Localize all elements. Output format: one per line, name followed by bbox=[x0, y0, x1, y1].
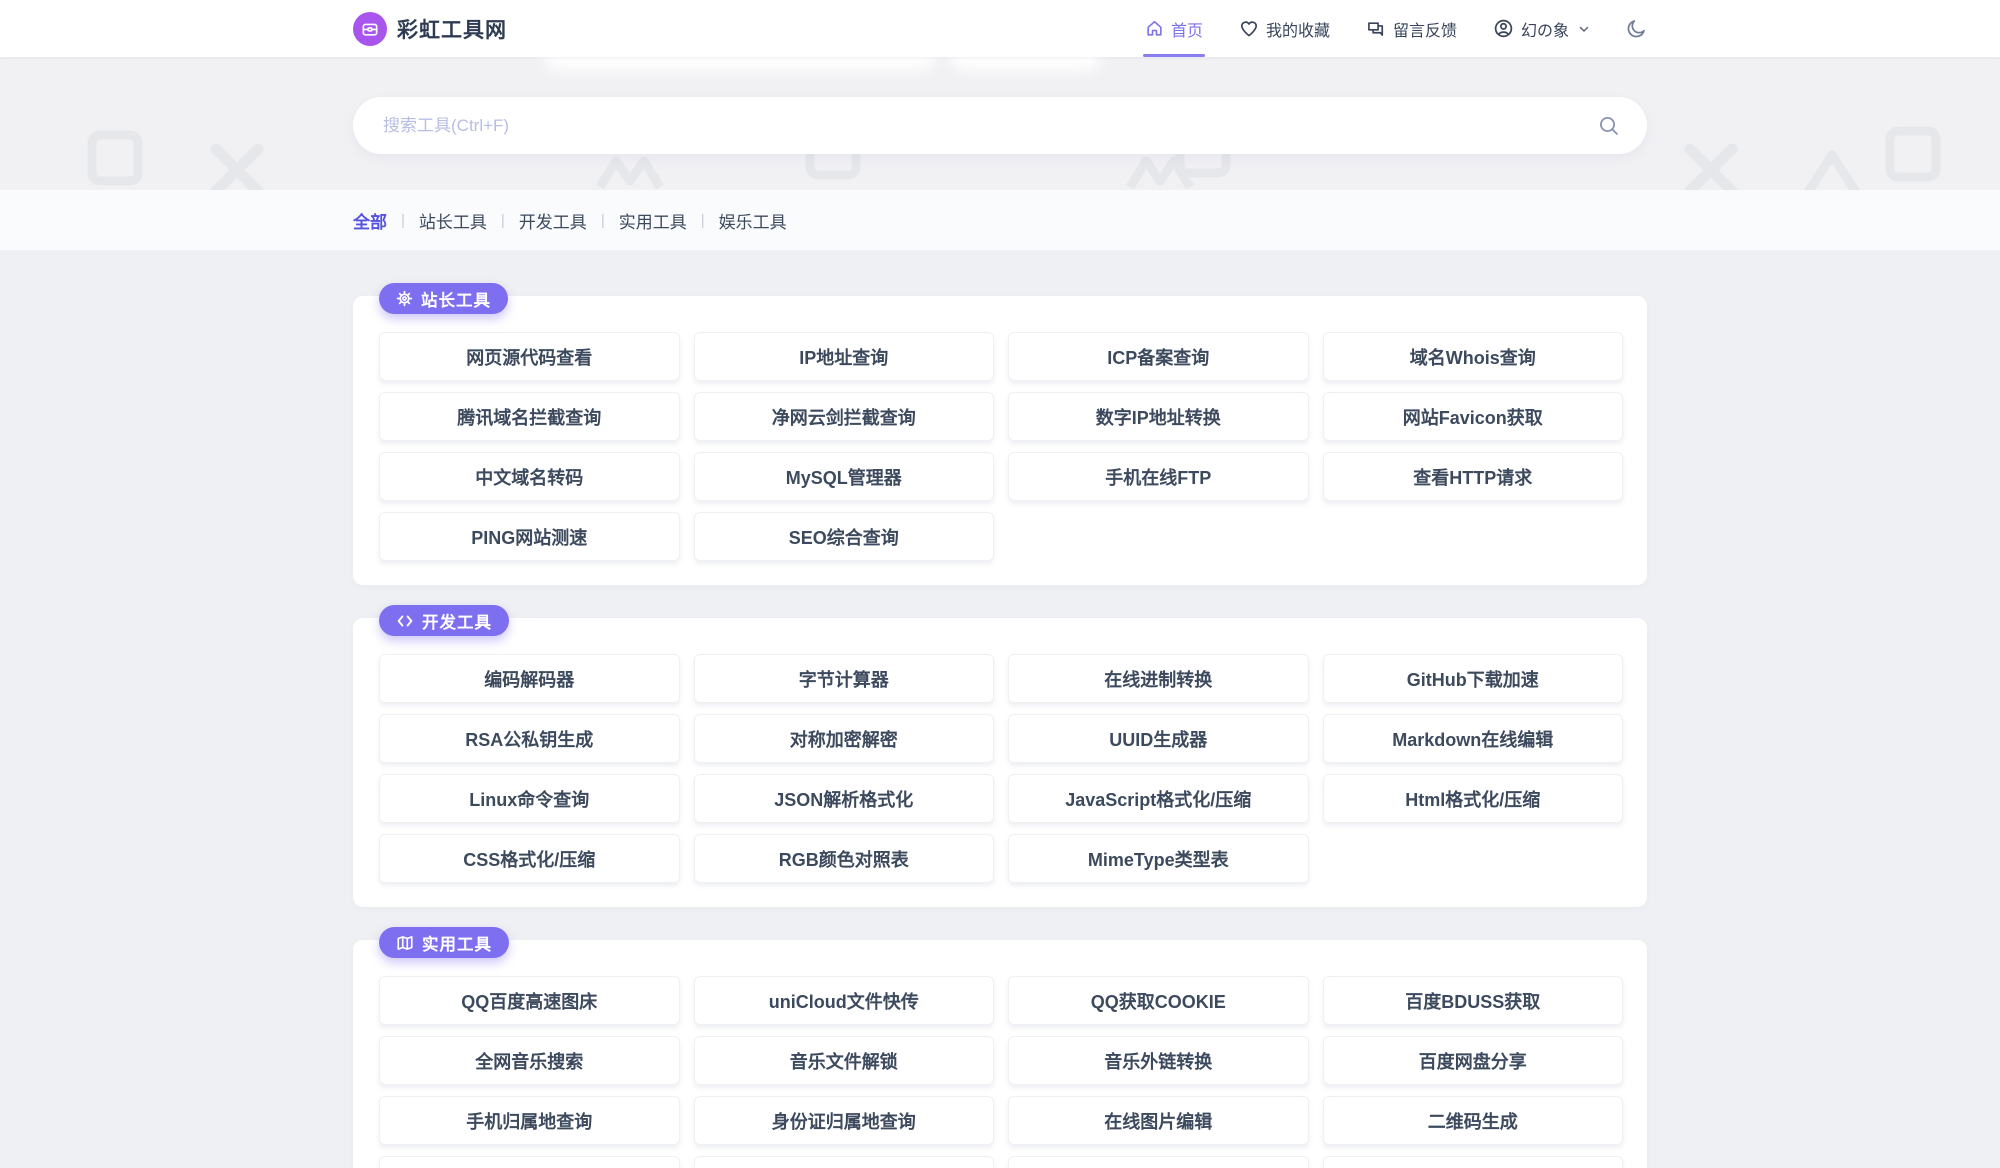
tool-button[interactable]: 在线图片编辑 bbox=[1008, 1096, 1309, 1145]
filter-3[interactable]: 实用工具 bbox=[619, 208, 687, 233]
nav-label: 首页 bbox=[1170, 22, 1203, 40]
header: 彩虹工具网 首页 我的收藏 留言反馈 幻の象 bbox=[0, 0, 2000, 57]
section-badge: 站长工具 bbox=[379, 283, 508, 314]
hero-glow bbox=[950, 57, 1100, 71]
logo[interactable]: 彩虹工具网 bbox=[353, 11, 507, 46]
filter-separator: | bbox=[700, 211, 705, 229]
tool-button[interactable]: QQ百度高速图床 bbox=[379, 976, 680, 1025]
main-nav: 首页 我的收藏 留言反馈 幻の象 bbox=[1142, 0, 1590, 57]
map-icon bbox=[396, 934, 414, 952]
tool-button-partial[interactable] bbox=[693, 1156, 994, 1168]
filter-separator: | bbox=[401, 211, 405, 229]
search-icon[interactable] bbox=[1597, 114, 1621, 138]
tool-button[interactable]: RGB颜色对照表 bbox=[693, 834, 994, 883]
section-badge: 开发工具 bbox=[379, 605, 509, 636]
filter-list: 全部 | 站长工具 | 开发工具 | 实用工具 | 娱乐工具 bbox=[353, 208, 1647, 233]
tool-button[interactable]: 百度网盘分享 bbox=[1322, 1036, 1623, 1085]
filter-0[interactable]: 全部 bbox=[353, 208, 387, 233]
tool-button[interactable]: 中文域名转码 bbox=[379, 452, 680, 501]
filter-4[interactable]: 娱乐工具 bbox=[719, 208, 787, 233]
tool-button[interactable]: 身份证归属地查询 bbox=[693, 1096, 994, 1145]
tool-button[interactable]: 字节计算器 bbox=[693, 654, 994, 703]
tool-button[interactable]: Html格式化/压缩 bbox=[1322, 774, 1623, 823]
tool-button[interactable]: QQ获取COOKIE bbox=[1008, 976, 1309, 1025]
tool-button[interactable]: 对称加密解密 bbox=[693, 714, 994, 763]
moon-icon[interactable] bbox=[1626, 18, 1647, 39]
gear-icon bbox=[396, 290, 413, 307]
tool-button[interactable]: uniCloud文件快传 bbox=[693, 976, 994, 1025]
tool-button[interactable]: 全网音乐搜索 bbox=[379, 1036, 680, 1085]
filter-separator: | bbox=[600, 211, 605, 229]
tool-button[interactable]: CSS格式化/压缩 bbox=[379, 834, 680, 883]
tool-grid: 编码解码器 字节计算器 在线进制转换 GitHub下载加速 RSA公私钥生成 对称加密解密… bbox=[379, 654, 1623, 883]
section-card-2: 实用工具 QQ百度高速图床 uniCloud文件快传 QQ获取COOKIE 百度BDUS… bbox=[353, 927, 1647, 1168]
tool-button[interactable]: 手机归属地查询 bbox=[379, 1096, 680, 1145]
tool-button[interactable]: SEO综合查询 bbox=[693, 512, 994, 561]
tool-button[interactable]: 净网云剑拦截查询 bbox=[693, 392, 994, 441]
section-title: 站长工具 bbox=[421, 291, 491, 310]
nav-item-user[interactable]: 幻の象 bbox=[1493, 0, 1590, 57]
tool-button[interactable]: JSON解析格式化 bbox=[693, 774, 994, 823]
tool-grid: QQ百度高速图床 uniCloud文件快传 QQ获取COOKIE 百度BDUSS获取全… bbox=[379, 976, 1623, 1168]
tool-button[interactable]: 音乐文件解锁 bbox=[693, 1036, 994, 1085]
tool-button[interactable]: Linux命令查询 bbox=[379, 774, 680, 823]
tool-button[interactable]: 网站Favicon获取 bbox=[1322, 392, 1623, 441]
section-title: 实用工具 bbox=[422, 935, 492, 954]
nav-item-heart[interactable]: 我的收藏 bbox=[1239, 0, 1330, 57]
tool-button[interactable]: 查看HTTP请求 bbox=[1322, 452, 1623, 501]
tool-button[interactable]: 手机在线FTP bbox=[1008, 452, 1309, 501]
filter-bar: 全部 | 站长工具 | 开发工具 | 实用工具 | 娱乐工具 bbox=[0, 190, 2000, 250]
tool-button[interactable]: 数字IP地址转换 bbox=[1008, 392, 1309, 441]
tool-button[interactable]: 域名Whois查询 bbox=[1322, 332, 1623, 381]
search-input[interactable] bbox=[383, 115, 1597, 136]
tool-button-partial[interactable] bbox=[1322, 1156, 1623, 1168]
tool-button[interactable]: 音乐外链转换 bbox=[1008, 1036, 1309, 1085]
sections: 站长工具网页源代码查看 IP地址查询 ICP备案查询 域名Whois查询腾讯域名拦截查… bbox=[353, 283, 1647, 1168]
nav-label: 幻の象 bbox=[1520, 22, 1569, 40]
tool-button[interactable]: GitHub下载加速 bbox=[1322, 654, 1623, 703]
nav-label: 我的收藏 bbox=[1265, 22, 1330, 40]
filter-separator: | bbox=[500, 211, 505, 229]
tool-button[interactable]: ICP备案查询 bbox=[1008, 332, 1309, 381]
toolbox-logo-icon bbox=[353, 11, 387, 46]
section-badge: 实用工具 bbox=[379, 927, 509, 958]
section-title: 开发工具 bbox=[422, 613, 492, 632]
filter-2[interactable]: 开发工具 bbox=[519, 208, 587, 233]
tool-button[interactable]: RSA公私钥生成 bbox=[379, 714, 680, 763]
tool-button[interactable]: 百度BDUSS获取 bbox=[1322, 976, 1623, 1025]
tool-button[interactable]: 在线进制转换 bbox=[1008, 654, 1309, 703]
tool-button[interactable]: IP地址查询 bbox=[693, 332, 994, 381]
tool-grid: 网页源代码查看 IP地址查询 ICP备案查询 域名Whois查询腾讯域名拦截查询 净网云… bbox=[379, 332, 1623, 561]
tool-button[interactable]: JavaScript格式化/压缩 bbox=[1008, 774, 1309, 823]
nav-label: 留言反馈 bbox=[1392, 22, 1457, 40]
tool-button-partial[interactable] bbox=[1008, 1156, 1309, 1168]
tool-button-partial[interactable] bbox=[379, 1156, 680, 1168]
code-icon bbox=[396, 612, 414, 630]
tool-button[interactable]: PING网站测速 bbox=[379, 512, 680, 561]
hero-search-section bbox=[0, 57, 2000, 190]
search-bar bbox=[353, 97, 1647, 154]
main-content: 站长工具网页源代码查看 IP地址查询 ICP备案查询 域名Whois查询腾讯域名拦截查… bbox=[0, 250, 2000, 1168]
tool-button[interactable]: 腾讯域名拦截查询 bbox=[379, 392, 680, 441]
tool-button[interactable]: 二维码生成 bbox=[1322, 1096, 1623, 1145]
tool-button[interactable]: MimeType类型表 bbox=[1008, 834, 1309, 883]
nav-item-home[interactable]: 首页 bbox=[1142, 0, 1205, 57]
hero-glow bbox=[545, 57, 935, 71]
section-card-1: 开发工具编码解码器 字节计算器 在线进制转换 GitHub下载加速 RSA公私钥生成 对称… bbox=[353, 605, 1647, 907]
tool-button[interactable]: Markdown在线编辑 bbox=[1322, 714, 1623, 763]
nav-item-feedback[interactable]: 留言反馈 bbox=[1366, 0, 1457, 57]
tool-button[interactable]: 编码解码器 bbox=[379, 654, 680, 703]
tool-button[interactable]: MySQL管理器 bbox=[693, 452, 994, 501]
tool-button[interactable]: 网页源代码查看 bbox=[379, 332, 680, 381]
site-title: 彩虹工具网 bbox=[397, 18, 507, 42]
filter-1[interactable]: 站长工具 bbox=[419, 208, 487, 233]
tool-button[interactable]: UUID生成器 bbox=[1008, 714, 1309, 763]
section-card-0: 站长工具网页源代码查看 IP地址查询 ICP备案查询 域名Whois查询腾讯域名拦截查… bbox=[353, 283, 1647, 585]
